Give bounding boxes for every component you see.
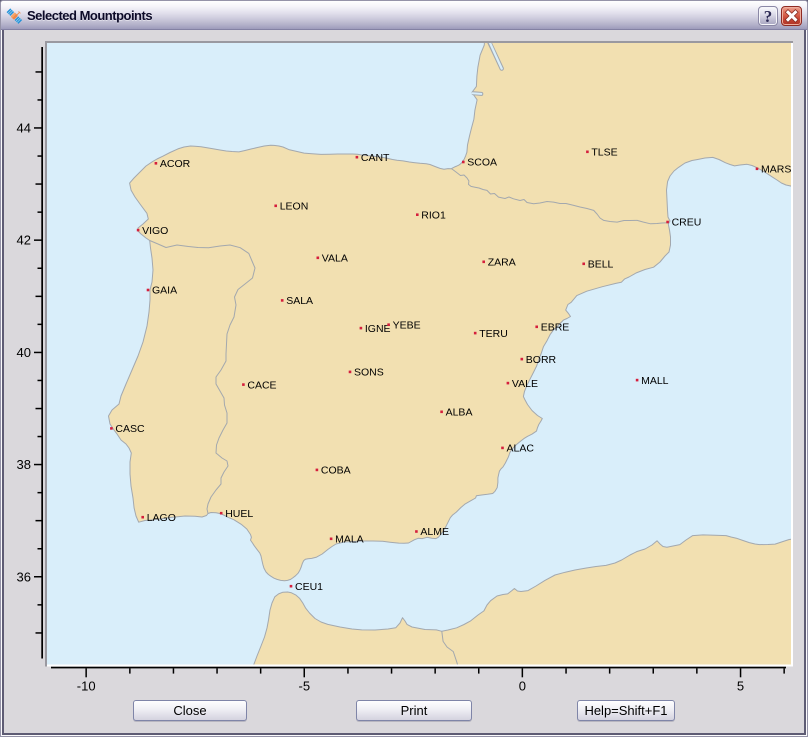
svg-text:-10: -10	[77, 679, 96, 694]
svg-text:ACOR: ACOR	[160, 158, 191, 170]
svg-text:36: 36	[17, 569, 31, 584]
svg-text:0: 0	[519, 679, 526, 694]
svg-text:TERU: TERU	[479, 328, 508, 340]
svg-text:VALA: VALA	[322, 253, 348, 265]
svg-text:RIO1: RIO1	[421, 209, 446, 221]
svg-text:ZARA: ZARA	[488, 257, 516, 269]
svg-text:EBRE: EBRE	[541, 322, 570, 334]
svg-text:ALAC: ALAC	[507, 443, 535, 455]
svg-text:MARS: MARS	[761, 164, 791, 176]
svg-text:BORR: BORR	[526, 354, 557, 366]
svg-text:VIGO: VIGO	[142, 225, 168, 237]
svg-text:38: 38	[17, 457, 31, 472]
svg-text:CANT: CANT	[361, 152, 390, 164]
svg-text:TLSE: TLSE	[591, 147, 617, 159]
svg-text:CREU: CREU	[672, 217, 702, 229]
svg-text:SALA: SALA	[286, 295, 313, 307]
svg-text:5: 5	[737, 679, 744, 694]
svg-text:MALL: MALL	[641, 375, 669, 387]
svg-text:HUEL: HUEL	[225, 508, 253, 520]
svg-text:BELL: BELL	[588, 259, 614, 271]
svg-text:CASC: CASC	[115, 423, 145, 435]
svg-text:VALE: VALE	[512, 378, 538, 390]
svg-text:LAGO: LAGO	[147, 512, 176, 524]
svg-text:-5: -5	[299, 679, 311, 694]
svg-text:42: 42	[17, 233, 31, 248]
svg-text:ALME: ALME	[420, 526, 449, 538]
svg-text:LEON: LEON	[280, 201, 309, 213]
svg-text:SONS: SONS	[354, 367, 384, 379]
svg-text:MALA: MALA	[335, 534, 364, 546]
svg-text:COBA: COBA	[321, 465, 351, 477]
svg-text:44: 44	[17, 121, 31, 136]
svg-text:CACE: CACE	[247, 379, 276, 391]
svg-text:IGNE: IGNE	[365, 323, 391, 335]
svg-text:CEU1: CEU1	[295, 581, 323, 593]
svg-text:GAIA: GAIA	[152, 285, 177, 297]
svg-text:YEBE: YEBE	[393, 319, 421, 331]
svg-text:40: 40	[17, 345, 31, 360]
svg-text:ALBA: ALBA	[446, 407, 473, 419]
svg-text:SCOA: SCOA	[467, 157, 497, 169]
